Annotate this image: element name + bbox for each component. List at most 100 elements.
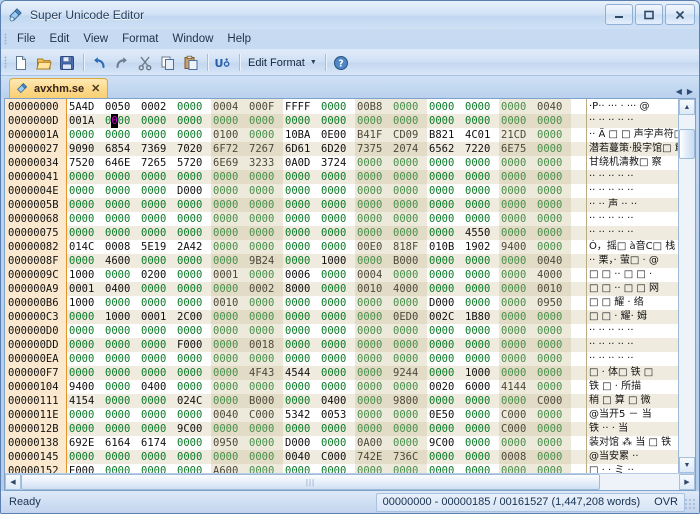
hex-cell[interactable]: 6174 (139, 436, 175, 450)
hex-cell[interactable]: 0000 (103, 338, 139, 352)
hex-cell[interactable]: 6D20 (319, 142, 355, 156)
hex-cell[interactable]: 0000 (139, 464, 175, 473)
hex-cell[interactable]: 1000 (67, 296, 103, 310)
hex-cell[interactable]: 0400 (319, 394, 355, 408)
hex-cell[interactable]: 0000 (463, 184, 499, 198)
hex-cell[interactable]: 0000 (247, 226, 283, 240)
hex-cell[interactable]: D000 (175, 184, 211, 198)
hex-cell[interactable]: 2074 (391, 142, 427, 156)
hex-cell[interactable]: 0000 (67, 338, 103, 352)
hex-cell[interactable]: 0000 (103, 268, 139, 282)
hex-cell[interactable]: 0000 (463, 352, 499, 366)
table-row[interactable]: 0000 0000 0000 0000 0000 0000 0000 0000 0000 0000… (67, 324, 586, 338)
hex-cell[interactable]: 0200 (139, 268, 175, 282)
redo-button[interactable] (111, 52, 133, 73)
hex-cell[interactable]: 0000 (283, 464, 319, 473)
table-row[interactable]: 1000 0000 0200 0000 0001 0000 0006 0000 0004 0000… (67, 268, 586, 282)
hex-cell[interactable]: 0E50 (427, 408, 463, 422)
hex-cell[interactable]: 0000 (427, 212, 463, 226)
hex-cell[interactable]: 0000 (355, 324, 391, 338)
hex-cell[interactable]: 0000 (355, 114, 391, 128)
hex-cell[interactable]: 0000 (427, 338, 463, 352)
unicode-text-row[interactable]: 铁 □ · 所描 (587, 380, 678, 394)
hex-cell[interactable]: 0000 (319, 282, 355, 296)
hex-cell[interactable]: D000 (283, 436, 319, 450)
hex-cell[interactable]: 0000 (463, 254, 499, 268)
hex-cell[interactable]: 0000 (139, 282, 175, 296)
hex-cell[interactable]: 0000 (427, 450, 463, 464)
hex-cell[interactable]: 0000 (355, 310, 391, 324)
hex-cell[interactable]: 0000 (175, 408, 211, 422)
hex-cell[interactable]: 0000 (319, 184, 355, 198)
hex-cell[interactable]: 0000 (175, 212, 211, 226)
hex-cell[interactable]: 0000 (175, 226, 211, 240)
new-file-button[interactable] (10, 52, 32, 73)
vscroll-thumb[interactable] (679, 129, 695, 159)
unicode-text-row[interactable]: ·· ·· 声 ·· ·· (587, 198, 678, 212)
hex-cell[interactable]: 0000 (427, 464, 463, 473)
hex-cell[interactable]: 0000 (535, 240, 571, 254)
hex-cell[interactable]: 2A42 (175, 240, 211, 254)
hex-cell[interactable]: 0000 (319, 226, 355, 240)
hex-cell[interactable]: 0000 (103, 128, 139, 142)
hex-cell[interactable]: 0000 (391, 184, 427, 198)
hex-cell[interactable]: 0000 (499, 338, 535, 352)
table-row[interactable]: 0000 0000 0000 0000 0000 0000 0000 0000 0000 0000… (67, 226, 586, 240)
hex-cell[interactable]: 7020 (175, 142, 211, 156)
edit-format-dropdown[interactable]: Edit Format ▼ (244, 53, 321, 73)
hex-cell[interactable]: 4144 (499, 380, 535, 394)
hex-cell[interactable]: 0000 (499, 100, 535, 114)
hex-cell[interactable]: 0000 (175, 128, 211, 142)
hex-cell[interactable]: 0000 (535, 156, 571, 170)
hex-cell[interactable]: 0000 (103, 226, 139, 240)
hex-cell[interactable]: 0000 (499, 366, 535, 380)
hex-cell[interactable]: 5A4D (67, 100, 103, 114)
hex-cell[interactable]: 0000 (391, 100, 427, 114)
scroll-down-icon[interactable]: ▼ (679, 457, 695, 473)
hex-cell[interactable]: 0000 (535, 380, 571, 394)
hex-cell[interactable]: 0000 (391, 352, 427, 366)
hex-cell[interactable]: 0000 (175, 380, 211, 394)
table-row[interactable]: 9400 0000 0400 0000 0000 0000 0000 0000 0000 0000… (67, 380, 586, 394)
hex-cell[interactable]: 0000 (211, 366, 247, 380)
table-row[interactable]: 9090 6854 7369 7020 6F72 7267 6D61 6D20 7375 2074… (67, 142, 586, 156)
horizontal-scrollbar[interactable]: ◀ ||| ▶ (5, 473, 695, 490)
hex-cell[interactable]: 0001 (67, 282, 103, 296)
tab-scroll-left-icon[interactable]: ◀ (676, 87, 682, 96)
hex-cell[interactable]: 0000 (463, 268, 499, 282)
hex-cell[interactable]: 0000 (139, 212, 175, 226)
hex-cell[interactable]: 0000 (391, 436, 427, 450)
scroll-up-icon[interactable]: ▲ (679, 99, 695, 115)
hex-cell[interactable]: 0000 (67, 366, 103, 380)
hex-cell[interactable]: 0000 (499, 226, 535, 240)
hex-cell[interactable]: B000 (391, 254, 427, 268)
table-row[interactable]: 0000 0000 0000 0000 0100 0000 10BA 0E00 B41F CD09… (67, 128, 586, 142)
table-row[interactable]: 0000 0000 0000 9C00 0000 0000 0000 0000 0000 0000… (67, 422, 586, 436)
hex-cell[interactable]: 0000 (283, 422, 319, 436)
hex-cell[interactable]: 0000 (283, 184, 319, 198)
hex-cell[interactable]: 0E00 (319, 128, 355, 142)
hex-cell[interactable]: 0000 (319, 198, 355, 212)
hex-cell[interactable]: 0000 (427, 254, 463, 268)
hex-cell[interactable]: 0010 (535, 282, 571, 296)
hex-cell[interactable]: 0000 (535, 408, 571, 422)
hex-cell[interactable]: 0000 (463, 422, 499, 436)
hex-cell[interactable]: 0000 (535, 436, 571, 450)
hex-cell[interactable]: 0000 (103, 380, 139, 394)
hex-cell[interactable]: 0000 (463, 408, 499, 422)
table-row[interactable]: 7520 646E 7265 5720 6E69 3233 0A0D 3724 0000 0000… (67, 156, 586, 170)
hex-cell[interactable]: 0000 (283, 254, 319, 268)
hex-cell[interactable]: 1000 (103, 310, 139, 324)
hex-cell[interactable]: 0000 (247, 380, 283, 394)
hex-cell[interactable]: 0000 (391, 212, 427, 226)
hex-cell[interactable]: 0000 (355, 296, 391, 310)
hex-cell[interactable]: 0000 (139, 352, 175, 366)
hex-cell[interactable]: 7220 (463, 142, 499, 156)
hex-cell[interactable]: 0000 (139, 422, 175, 436)
table-row[interactable]: 001A 0000 0000 0000 0000 0000 0000 0000 0000 0000… (67, 114, 586, 128)
hex-cell[interactable]: 0004 (355, 268, 391, 282)
hex-cell[interactable]: B41F (355, 128, 391, 142)
hex-cell[interactable]: 0000 (283, 170, 319, 184)
hex-cell[interactable]: 0000 (211, 352, 247, 366)
hex-cell[interactable]: 0000 (211, 394, 247, 408)
